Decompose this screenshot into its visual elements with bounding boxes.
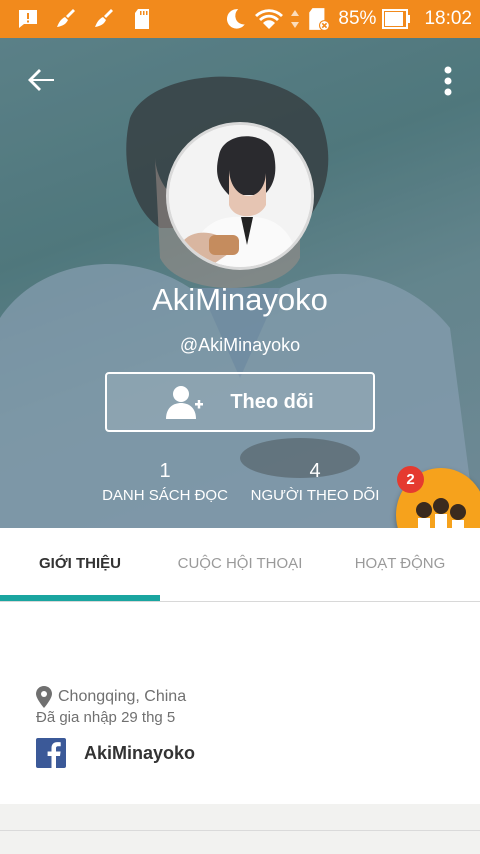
divider [0,830,480,831]
display-name: AkiMinayoko [152,282,328,317]
sd-card-no-icon [309,8,331,31]
joined-date: Đã gia nhập 29 thg 5 [36,709,176,726]
message-alert-icon [19,10,37,28]
followers-stat[interactable]: 4 NGƯỜI THEO DÕI [248,460,382,504]
battery-icon [382,9,411,29]
battery-percent: 85% [338,8,377,29]
add-user-icon [166,386,204,419]
status-bar: 85% 18:02 [0,0,480,38]
facebook-name: AkiMinayoko [84,742,196,763]
reading-lists-stat[interactable]: 1 DANH SÁCH ĐỌC [90,460,240,504]
username: @AkiMinayoko [179,335,301,355]
tab-conversations[interactable]: CUỘC HỘI THOẠI [160,528,320,602]
location-row: Chongqing, China [36,686,186,708]
tab-about[interactable]: GIỚI THIỆU [0,528,160,602]
avatar[interactable] [166,122,314,270]
follow-button[interactable]: Theo dõi [105,372,375,432]
followers-count: 4 [309,460,321,482]
clock: 18:02 [424,8,472,29]
more-options-icon[interactable] [438,64,458,98]
wifi-icon [255,9,284,29]
about-panel: Chongqing, China Đã gia nhập 29 thg 5 Ak… [0,602,480,804]
sd-card-icon [135,9,149,29]
broom-icon [57,9,75,27]
active-tab-indicator [0,595,160,601]
follow-label: Theo dõi [230,390,314,413]
location-pin-icon [36,686,52,708]
tab-activity[interactable]: HOẠT ĐỘNG [320,528,480,602]
reading-lists-label: DANH SÁCH ĐỌC [102,487,228,504]
profile-tabs: GIỚI THIỆU CUỘC HỘI THOẠI HOẠT ĐỘNG [0,528,480,602]
followers-label: NGƯỜI THEO DÕI [250,487,380,504]
notification-badge: 2 [397,466,424,493]
facebook-icon [36,738,66,768]
reading-lists-count: 1 [159,460,171,482]
facebook-link[interactable]: AkiMinayoko [36,738,195,768]
data-arrows-icon [291,10,300,28]
location-text: Chongqing, China [58,688,187,705]
broom-icon [95,9,113,27]
avatar-image [169,125,311,267]
back-arrow-icon[interactable] [24,62,60,98]
moon-icon [227,9,246,29]
